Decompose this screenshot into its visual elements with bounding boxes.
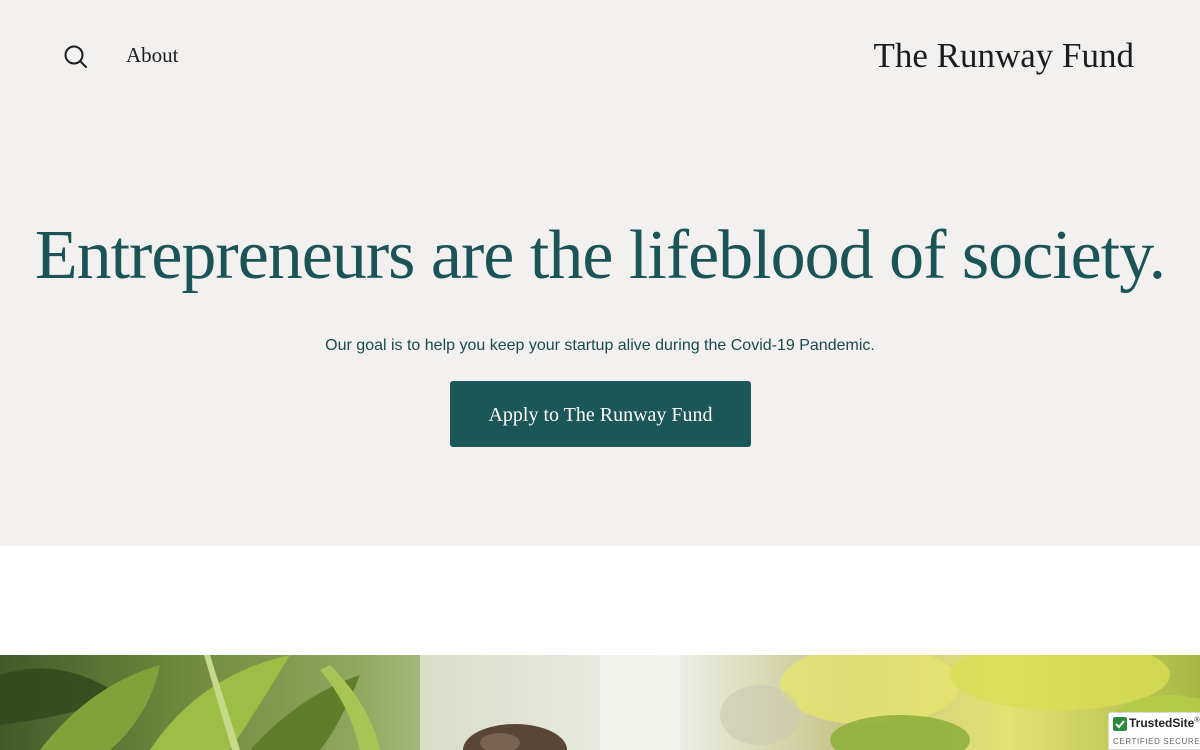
trustedsite-name: TrustedSite® — [1129, 716, 1200, 730]
hero-subtitle: Our goal is to help you keep your startu… — [325, 337, 875, 354]
nav-about-link[interactable]: About — [126, 43, 179, 68]
site-title[interactable]: The Runway Fund — [873, 36, 1134, 76]
hero-photo — [0, 655, 1200, 750]
search-button[interactable] — [62, 43, 90, 71]
check-icon — [1113, 717, 1127, 731]
hero-section: About The Runway Fund Entrepreneurs are … — [0, 0, 1200, 546]
apply-button[interactable]: Apply to The Runway Fund — [450, 381, 751, 447]
trustedsite-subtitle: CERTIFIED SECURE — [1113, 737, 1200, 746]
trustedsite-badge[interactable]: TrustedSite® CERTIFIED SECURE — [1108, 712, 1200, 750]
search-icon — [64, 45, 87, 68]
foliage-image — [0, 655, 1200, 750]
hero-headline: Entrepreneurs are the lifeblood of socie… — [34, 217, 1166, 294]
